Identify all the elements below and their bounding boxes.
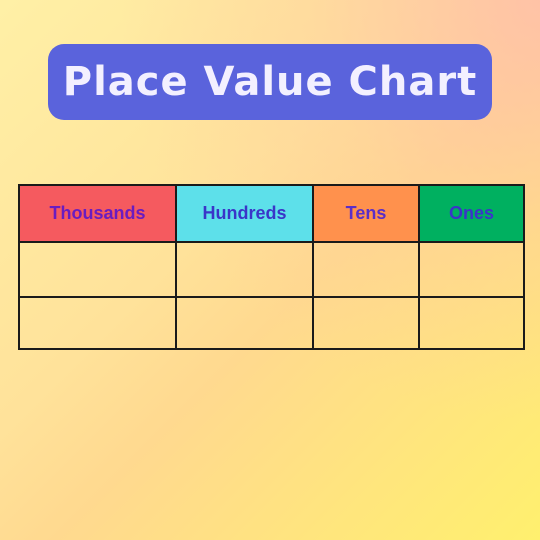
table-row bbox=[18, 241, 525, 298]
header-row: Thousands Hundreds Tens Ones bbox=[18, 184, 525, 243]
table-cell[interactable] bbox=[18, 241, 177, 298]
table-row bbox=[18, 296, 525, 350]
table-cell[interactable] bbox=[418, 241, 525, 298]
column-header-ones: Ones bbox=[418, 184, 525, 243]
table-cell[interactable] bbox=[418, 296, 525, 350]
column-header-hundreds: Hundreds bbox=[175, 184, 314, 243]
title-banner: Place Value Chart bbox=[48, 44, 492, 120]
column-header-tens: Tens bbox=[312, 184, 420, 243]
table-cell[interactable] bbox=[312, 296, 420, 350]
table-cell[interactable] bbox=[175, 241, 314, 298]
page-title: Place Value Chart bbox=[62, 59, 478, 105]
table-cell[interactable] bbox=[175, 296, 314, 350]
column-header-thousands: Thousands bbox=[18, 184, 177, 243]
table-cell[interactable] bbox=[312, 241, 420, 298]
place-value-table: Thousands Hundreds Tens Ones bbox=[18, 184, 525, 350]
table-cell[interactable] bbox=[18, 296, 177, 350]
